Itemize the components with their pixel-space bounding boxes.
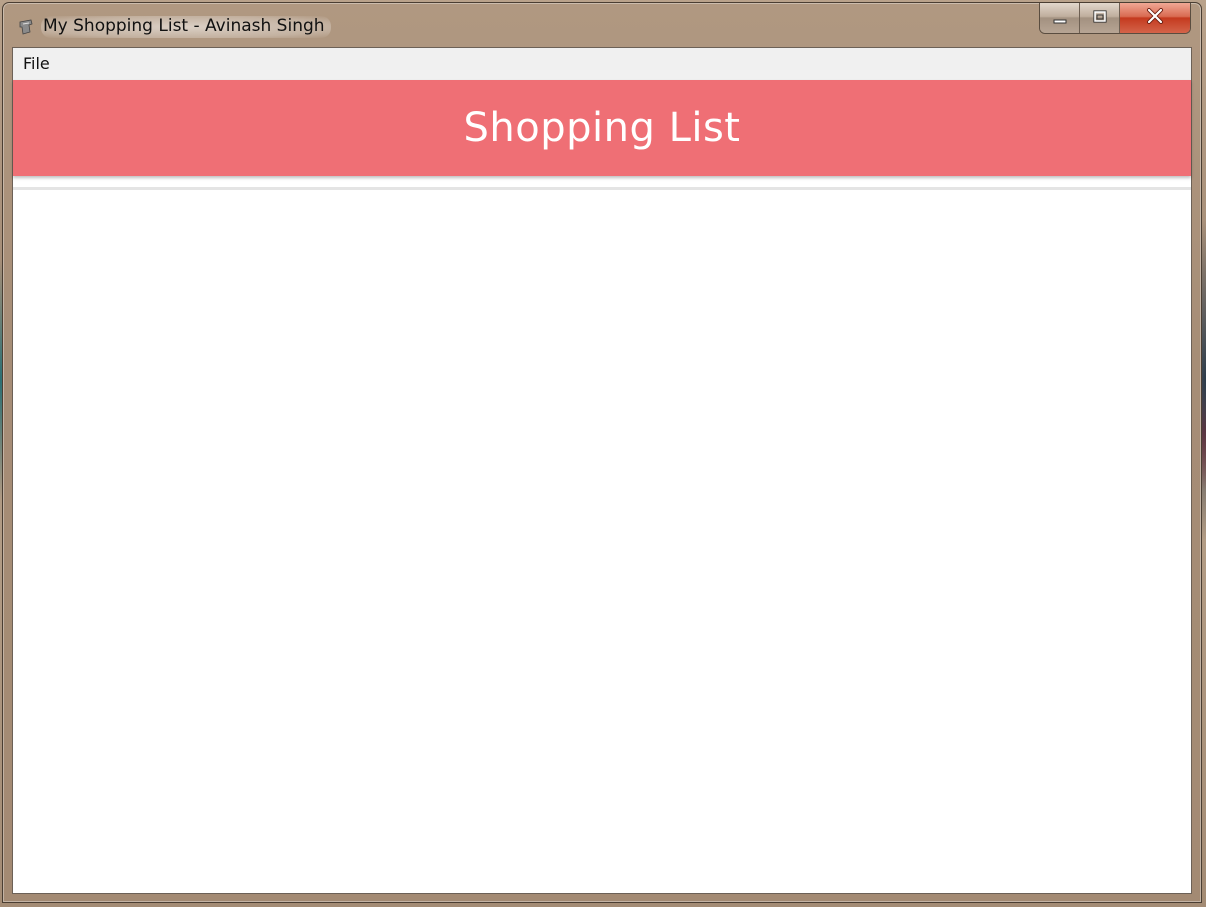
window-title: My Shopping List - Avinash Singh: [41, 16, 331, 38]
close-icon: [1146, 8, 1164, 28]
app-window: My Shopping List - Avinash Singh File Sh…: [2, 2, 1202, 903]
minimize-button[interactable]: [1040, 3, 1080, 33]
maximize-icon: [1092, 9, 1108, 28]
title-bar[interactable]: My Shopping List - Avinash Singh: [3, 3, 1201, 47]
header-banner: Shopping List: [13, 80, 1191, 176]
menu-file[interactable]: File: [17, 52, 56, 76]
app-icon: [17, 18, 35, 36]
maximize-button[interactable]: [1080, 3, 1120, 33]
window-controls: [1039, 3, 1191, 34]
menu-bar: File: [13, 48, 1191, 80]
close-button[interactable]: [1120, 3, 1190, 33]
minimize-icon: [1052, 9, 1068, 28]
client-area: File Shopping List: [12, 47, 1192, 894]
page-title: Shopping List: [463, 105, 741, 151]
shopping-list-area[interactable]: [13, 190, 1191, 893]
